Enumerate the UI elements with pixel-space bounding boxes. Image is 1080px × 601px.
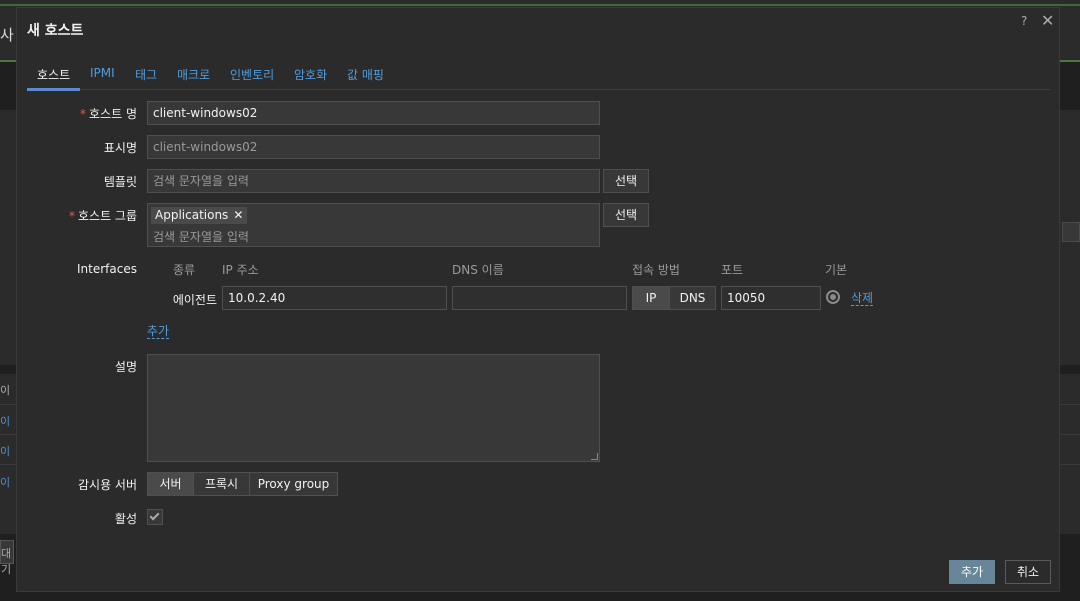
interface-type-header: 종류 <box>173 263 196 277</box>
background-bottom-fragment: 대기 <box>1 547 12 576</box>
add-interface-link[interactable]: 추가 <box>147 324 170 339</box>
interface-dns-header: DNS 이름 <box>452 263 504 277</box>
interface-dns-input[interactable] <box>452 286 627 310</box>
host-name-label: * 호스트 명 <box>80 107 137 121</box>
monitored-by-proxy-option[interactable]: 프록시 <box>193 473 249 495</box>
background-list-item: 이 <box>0 384 11 397</box>
templates-search-input[interactable]: 검색 문자열을 입력 <box>147 169 600 193</box>
enabled-checkbox[interactable] <box>147 509 163 525</box>
templates-select-button[interactable]: 선택 <box>603 169 649 193</box>
tab-ipmi[interactable]: IPMI <box>90 66 115 80</box>
host-name-input[interactable]: client-windows02 <box>147 101 600 125</box>
description-textarea[interactable] <box>147 354 600 462</box>
close-icon[interactable]: ✕ <box>1041 11 1054 30</box>
interfaces-label: Interfaces <box>77 262 137 276</box>
interface-connect-header: 접속 방법 <box>632 263 680 277</box>
tab-macros[interactable]: 매크로 <box>177 66 210 83</box>
background-list-item[interactable]: 이 <box>0 443 10 459</box>
background-title-fragment: 사 <box>0 26 14 44</box>
host-groups-label: * 호스트 그룹 <box>68 209 137 223</box>
active-tab-indicator <box>27 88 80 91</box>
interface-connect-toggle: IP DNS <box>632 286 716 310</box>
monitored-by-label: 감시용 서버 <box>77 478 137 492</box>
checkmark-icon <box>149 510 160 521</box>
remove-chip-icon[interactable]: ✕ <box>233 208 243 222</box>
tab-host[interactable]: 호스트 <box>37 66 70 83</box>
default-interface-radio[interactable] <box>826 290 840 304</box>
cancel-button[interactable]: 취소 <box>1005 560 1051 584</box>
host-group-chip: Applications ✕ <box>151 207 248 224</box>
host-groups-search-input[interactable]: 검색 문자열을 입력 <box>153 228 249 245</box>
background-control <box>1062 222 1080 242</box>
background-list-item[interactable]: 이 <box>0 474 10 490</box>
tab-encryption[interactable]: 암호화 <box>294 66 327 83</box>
interface-port-input[interactable]: 10050 <box>721 286 821 310</box>
interface-ip-input[interactable]: 10.0.2.40 <box>222 286 447 310</box>
tab-inventory[interactable]: 인벤토리 <box>230 66 274 83</box>
required-mark: * <box>80 107 87 121</box>
monitored-by-toggle: 서버 프록시 Proxy group <box>147 472 338 496</box>
dialog-title: 새 호스트 <box>27 23 84 39</box>
interface-default-header: 기본 <box>825 263 848 277</box>
tab-tags[interactable]: 태그 <box>135 66 157 83</box>
host-groups-select-button[interactable]: 선택 <box>603 203 649 227</box>
enabled-label: 활성 <box>114 512 137 526</box>
tab-value-mapping[interactable]: 값 매핑 <box>347 66 384 83</box>
help-icon[interactable]: ? <box>1021 14 1027 28</box>
connect-ip-option[interactable]: IP <box>633 287 669 309</box>
new-host-dialog: 새 호스트 ? ✕ 호스트 IPMI 태그 매크로 인벤토리 암호화 값 매핑 … <box>16 7 1060 592</box>
interface-ip-header: IP 주소 <box>222 263 259 277</box>
visible-name-input[interactable]: client-windows02 <box>147 135 600 159</box>
tab-bar: 호스트 IPMI 태그 매크로 인벤토리 암호화 값 매핑 <box>27 66 1050 91</box>
interface-type-value: 에이전트 <box>172 293 217 307</box>
templates-label: 템플릿 <box>103 175 137 189</box>
monitored-by-server-option[interactable]: 서버 <box>148 473 193 495</box>
host-groups-multiselect[interactable]: Applications ✕ 검색 문자열을 입력 <box>147 203 600 247</box>
remove-interface-link[interactable]: 삭제 <box>851 291 874 306</box>
connect-dns-option[interactable]: DNS <box>669 287 715 309</box>
description-label: 설명 <box>114 360 137 374</box>
background-list-item[interactable]: 이 <box>0 413 10 429</box>
visible-name-label: 표시명 <box>103 141 137 155</box>
resize-grip-icon[interactable] <box>591 453 598 460</box>
background-accent-line <box>0 4 1080 6</box>
monitored-by-proxy-group-option[interactable]: Proxy group <box>249 473 337 495</box>
background-button: 대기 <box>0 540 14 576</box>
required-mark: * <box>68 209 75 223</box>
add-button[interactable]: 추가 <box>949 560 995 584</box>
interface-port-header: 포트 <box>721 263 744 277</box>
